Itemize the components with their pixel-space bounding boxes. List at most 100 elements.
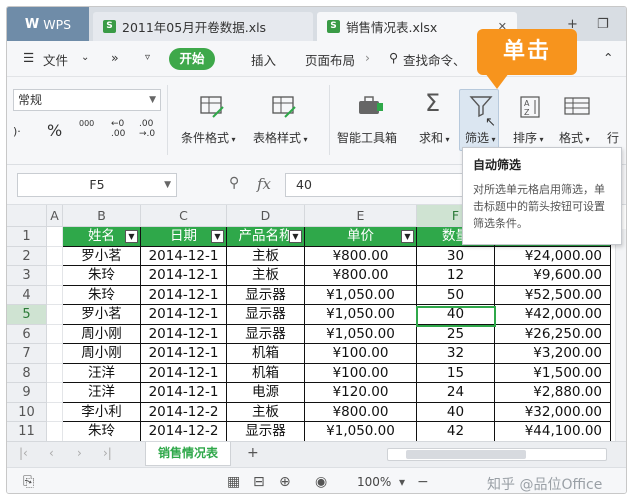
empty-cell[interactable] [47,422,63,442]
table-cell[interactable]: 12 [417,266,495,286]
table-cell[interactable]: 25 [417,324,495,344]
menu-icon[interactable]: ☰ [23,50,34,65]
empty-cell[interactable] [47,324,63,344]
menu-file[interactable]: 文件 [43,50,68,69]
first-sheet-icon[interactable]: |‹ [19,446,28,460]
row-header[interactable]: 4 [7,285,47,305]
table-cell[interactable]: 2014-12-1 [141,344,227,364]
table-cell[interactable]: ¥42,000.00 [495,305,611,325]
normal-view-icon[interactable]: ▦ [227,474,240,490]
empty-cell[interactable] [47,305,63,325]
table-cell[interactable]: 主板 [227,246,305,266]
restore-window-icon[interactable]: ❐ [597,17,609,32]
name-box[interactable]: F5 ▼ [17,173,177,197]
table-cell[interactable]: 15 [417,363,495,383]
table-cell[interactable]: 显示器 [227,422,305,442]
table-style-button[interactable]: 表格样式 ▾ [253,129,308,146]
column-header-d[interactable]: D [227,205,305,227]
tab-insert[interactable]: 插入 [251,50,276,69]
table-cell[interactable]: ¥800.00 [305,246,417,266]
chevron-down-icon[interactable]: ▾ [399,475,405,489]
zoom-out-icon[interactable]: − [417,474,429,490]
decrease-decimal-icon[interactable]: .00 →.0 [139,119,155,139]
sort-button[interactable]: 排序 ▾ [513,129,544,146]
increase-decimal-icon[interactable]: ←0.00 [111,119,125,139]
table-cell[interactable]: 显示器 [227,324,305,344]
tab-page-layout[interactable]: 页面布局 [305,50,355,69]
table-cell[interactable]: ¥1,050.00 [305,285,417,305]
table-cell[interactable]: 朱玲 [63,285,141,305]
table-cell[interactable]: 显示器 [227,285,305,305]
table-cell[interactable]: 汪洋 [63,383,141,403]
table-cell[interactable]: 罗小茗 [63,305,141,325]
eye-protect-icon[interactable]: ◉ [315,474,327,490]
filter-dropdown-icon[interactable]: ▼ [125,230,138,243]
number-format-select[interactable]: 常规 ▼ [13,89,161,111]
table-cell[interactable]: 朱玲 [63,266,141,286]
table-cell[interactable]: 2014-12-1 [141,266,227,286]
column-header-b[interactable]: B [63,205,141,227]
zoom-search-icon[interactable]: ⚲ [229,175,239,191]
table-cell[interactable]: ¥24,000.00 [495,246,611,266]
tab-start[interactable]: 开始 [169,48,215,70]
currency-icon[interactable]: )· [13,125,21,138]
header-cell[interactable]: 单价 ▼ [305,227,417,247]
chevron-down-icon[interactable]: ⌄ [81,52,89,63]
macro-icon[interactable]: ⎘ [23,474,34,490]
conditional-format-button[interactable]: 条件格式 ▾ [181,129,236,146]
table-cell[interactable]: ¥52,500.00 [495,285,611,305]
row-header[interactable]: 1 [7,227,47,247]
table-cell[interactable]: 机箱 [227,344,305,364]
empty-cell[interactable] [47,227,63,247]
row-header[interactable]: 9 [7,383,47,403]
row-header[interactable]: 7 [7,344,47,364]
table-cell[interactable]: 2014-12-1 [141,246,227,266]
add-sheet-button[interactable]: + [247,445,259,461]
zoom-level[interactable]: 100% [357,475,391,489]
table-cell[interactable]: 汪洋 [63,363,141,383]
column-header-e[interactable]: E [305,205,417,227]
header-cell[interactable]: 产品名称 ▼ [227,227,305,247]
table-cell[interactable]: 2014-12-1 [141,305,227,325]
select-all-corner[interactable] [7,205,47,227]
table-cell[interactable]: 周小刚 [63,324,141,344]
table-cell[interactable]: 2014-12-2 [141,402,227,422]
scroll-thumb[interactable] [406,450,526,459]
vertical-scrollbar[interactable] [615,229,626,441]
filter-dropdown-icon[interactable]: ▼ [289,230,302,243]
table-cell[interactable]: ¥44,100.00 [495,422,611,442]
row-header[interactable]: 10 [7,402,47,422]
chevron-down-icon[interactable]: ▿ [145,52,150,63]
table-cell[interactable]: ¥1,050.00 [305,305,417,325]
table-cell[interactable]: ¥1,050.00 [305,324,417,344]
table-cell[interactable]: 主板 [227,402,305,422]
row-header[interactable]: 8 [7,363,47,383]
row-header[interactable]: 3 [7,266,47,286]
table-cell[interactable]: ¥800.00 [305,402,417,422]
table-cell[interactable]: 2014-12-1 [141,383,227,403]
header-cell[interactable]: 姓名 ▼ [63,227,141,247]
table-cell[interactable]: 32 [417,344,495,364]
table-cell[interactable]: 40 [417,402,495,422]
empty-cell[interactable] [47,246,63,266]
table-cell[interactable]: 2014-12-1 [141,285,227,305]
table-cell[interactable]: 罗小茗 [63,246,141,266]
table-cell[interactable]: 李小利 [63,402,141,422]
empty-cell[interactable] [47,266,63,286]
wps-home-tab[interactable]: W WPS [7,7,89,41]
filter-dropdown-icon[interactable]: ▼ [401,230,414,243]
horizontal-scrollbar[interactable] [387,448,607,461]
table-cell[interactable]: 朱玲 [63,422,141,442]
sum-button[interactable]: 求和 ▾ [419,129,450,146]
function-icon[interactable]: fx [257,175,271,193]
row-header[interactable]: 2 [7,246,47,266]
table-cell[interactable]: 显示器 [227,305,305,325]
next-sheet-icon[interactable]: › [77,446,82,460]
table-cell[interactable]: 2014-12-1 [141,324,227,344]
thousands-button[interactable]: 000 [79,119,94,128]
empty-cell[interactable] [47,344,63,364]
table-cell[interactable]: ¥100.00 [305,363,417,383]
table-cell[interactable]: 30 [417,246,495,266]
column-header-a[interactable]: A [47,205,63,227]
row-header[interactable]: 5 [7,305,47,325]
